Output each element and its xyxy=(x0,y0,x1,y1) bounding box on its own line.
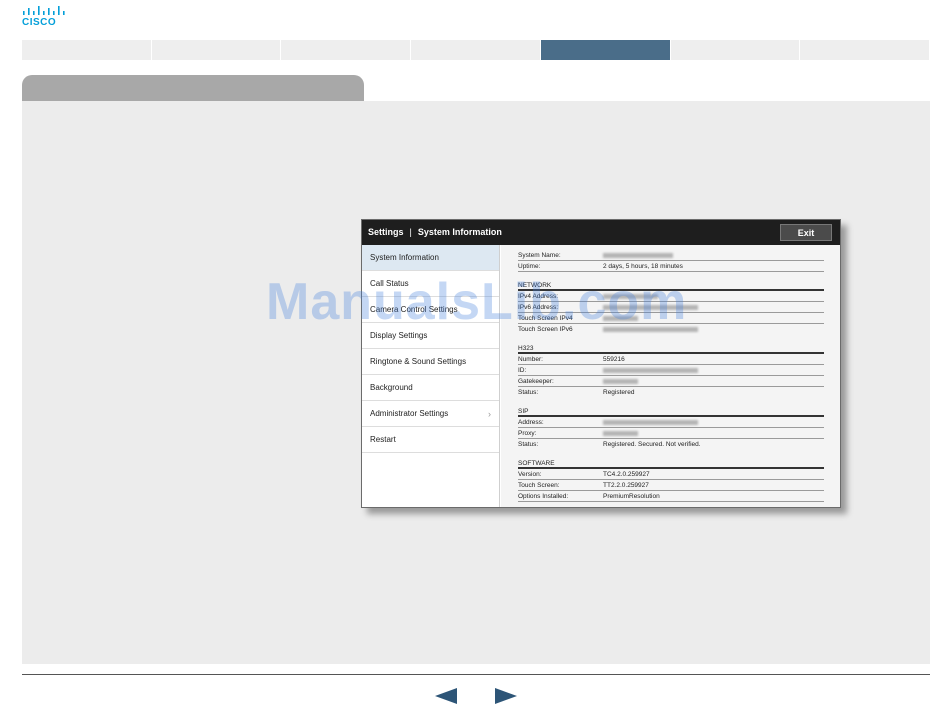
section-heading-software: SOFTWARE xyxy=(518,457,824,469)
section-heading-h323: H323 xyxy=(518,342,824,354)
info-label: Status: xyxy=(518,441,539,448)
menu-item-ringtone-sound-settings[interactable]: Ringtone & Sound Settings xyxy=(362,349,499,375)
info-row-sip-address: Address: xyxy=(518,417,824,428)
info-value: 2 days, 5 hours, 18 minutes xyxy=(603,263,683,270)
info-label: Number: xyxy=(518,356,543,363)
info-value: PremiumResolution xyxy=(603,493,660,500)
info-value: TC4.2.0.259927 xyxy=(603,471,650,478)
menu-item-label: Restart xyxy=(370,435,396,444)
footer-divider xyxy=(22,674,930,675)
info-row-id: ID: xyxy=(518,365,824,376)
top-nav-tab-5[interactable] xyxy=(540,40,671,60)
watermark: ManualsLib.com xyxy=(266,273,688,331)
menu-item-administrator-settings[interactable]: Administrator Settings › xyxy=(362,401,499,427)
info-value: Registered xyxy=(603,389,635,396)
info-label: Options Installed: xyxy=(518,493,569,500)
redacted-value xyxy=(603,379,638,384)
info-row-options: Options Installed: PremiumResolution xyxy=(518,491,824,502)
cisco-logo: CISCO xyxy=(22,6,68,28)
info-row-system-name: System Name: xyxy=(518,250,824,261)
menu-item-background[interactable]: Background xyxy=(362,375,499,401)
info-value: 559216 xyxy=(603,356,625,363)
redacted-value xyxy=(603,431,638,436)
info-value: TT2.2.0.259927 xyxy=(603,482,649,489)
menu-item-label: Ringtone & Sound Settings xyxy=(370,357,467,366)
cisco-bridge-icon xyxy=(23,6,65,15)
menu-item-label: System Information xyxy=(370,253,439,262)
info-row-touch-screen: Touch Screen: TT2.2.0.259927 xyxy=(518,480,824,491)
triangle-right-icon xyxy=(495,688,517,704)
info-label: Proxy: xyxy=(518,430,537,437)
next-page-button[interactable] xyxy=(495,688,517,704)
exit-button[interactable]: Exit xyxy=(780,224,832,241)
info-row-proxy: Proxy: xyxy=(518,428,824,439)
breadcrumb-separator: | xyxy=(409,227,412,237)
info-row-gatekeeper: Gatekeeper: xyxy=(518,376,824,387)
redacted-value xyxy=(603,368,698,373)
menu-item-label: Display Settings xyxy=(370,331,428,340)
info-label: Status: xyxy=(518,389,539,396)
info-value: Registered. Secured. Not verified. xyxy=(603,441,701,448)
info-label: Gatekeeper: xyxy=(518,378,554,385)
info-label: Touch Screen: xyxy=(518,482,560,489)
chevron-right-icon: › xyxy=(488,409,491,419)
info-label: Uptime: xyxy=(518,263,541,270)
info-row-uptime: Uptime: 2 days, 5 hours, 18 minutes xyxy=(518,261,824,272)
info-row-number: Number: 559216 xyxy=(518,354,824,365)
info-row-sip-status: Status: Registered. Secured. Not verified… xyxy=(518,439,824,450)
panel-header: Settings | System Information Exit xyxy=(362,220,840,245)
redacted-value xyxy=(603,253,673,258)
redacted-value xyxy=(603,420,698,425)
top-nav-tab-7[interactable] xyxy=(800,40,931,60)
panel-breadcrumb: Settings | System Information xyxy=(368,227,502,237)
info-label: ID: xyxy=(518,367,527,374)
menu-item-label: Background xyxy=(370,383,413,392)
top-nav xyxy=(22,40,931,60)
triangle-left-icon xyxy=(435,688,457,704)
info-label: Address: xyxy=(518,419,544,426)
top-nav-tab-2[interactable] xyxy=(151,40,282,60)
menu-item-restart[interactable]: Restart xyxy=(362,427,499,453)
touch-panel-screenshot: Settings | System Information Exit System … xyxy=(361,219,841,508)
breadcrumb-current: System Information xyxy=(417,227,502,237)
section-heading-sip: SIP xyxy=(518,405,824,417)
top-nav-tab-3[interactable] xyxy=(281,40,412,60)
menu-item-system-information[interactable]: System Information xyxy=(362,245,499,271)
section-tab xyxy=(22,75,364,103)
info-label: System Name: xyxy=(518,252,561,259)
top-nav-tab-6[interactable] xyxy=(670,40,801,60)
info-row-h323-status: Status: Registered xyxy=(518,387,824,398)
top-nav-tab-1[interactable] xyxy=(22,40,152,60)
logo-text: CISCO xyxy=(22,17,57,28)
previous-page-button[interactable] xyxy=(435,688,457,704)
top-nav-tab-4[interactable] xyxy=(411,40,541,60)
menu-item-label: Administrator Settings xyxy=(370,409,449,418)
info-label: Version: xyxy=(518,471,542,478)
breadcrumb-root[interactable]: Settings xyxy=(368,227,404,237)
info-row-version: Version: TC4.2.0.259927 xyxy=(518,469,824,480)
